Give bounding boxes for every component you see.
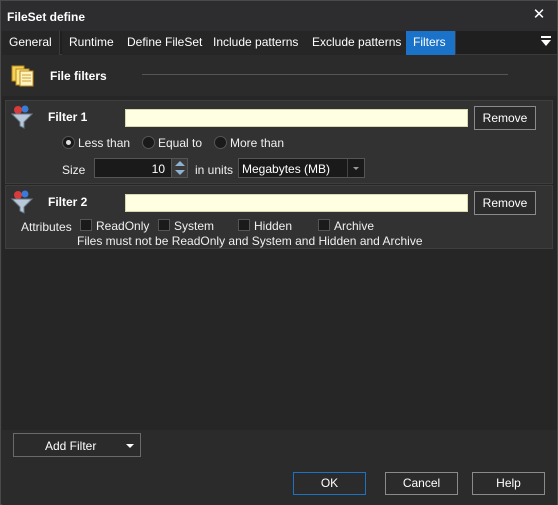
units-label: in units: [195, 163, 234, 177]
filter-1-title: Filter 1: [48, 110, 88, 124]
tab-exclude-patterns[interactable]: Exclude patterns: [305, 31, 410, 55]
ok-button[interactable]: OK: [293, 472, 366, 495]
size-spinner[interactable]: 10: [94, 158, 188, 178]
filter-1-remove-button[interactable]: Remove: [474, 106, 536, 130]
filters-content: File filters Filter 1 Remove Less than E…: [2, 56, 557, 430]
add-filter-button[interactable]: Add Filter: [13, 433, 141, 457]
chevron-down-icon[interactable]: [126, 444, 134, 448]
checkbox-system-box[interactable]: [158, 219, 170, 231]
size-value[interactable]: 10: [152, 162, 165, 176]
tab-runtime[interactable]: Runtime: [62, 31, 122, 55]
filter-panel-2: Filter 2 Remove Attributes ReadOnly Syst…: [5, 185, 553, 249]
tab-define-fileset[interactable]: Define FileSet: [120, 31, 211, 55]
tab-general[interactable]: General: [2, 31, 60, 55]
checkbox-hidden-label[interactable]: Hidden: [254, 219, 292, 233]
tab-overflow-menu-icon[interactable]: [541, 36, 551, 48]
help-button[interactable]: Help: [472, 472, 545, 495]
attributes-description: Files must not be ReadOnly and System an…: [77, 234, 423, 248]
units-select[interactable]: Megabytes (MB): [238, 158, 365, 178]
title-bar: FileSet define ✕: [1, 1, 557, 31]
section-divider: [142, 74, 508, 75]
radio-less-than-label[interactable]: Less than: [78, 136, 130, 150]
section-title: File filters: [50, 69, 107, 83]
filter-panel-1: Filter 1 Remove Less than Equal to More …: [5, 100, 553, 184]
close-icon[interactable]: ✕: [529, 5, 549, 25]
cancel-button[interactable]: Cancel: [385, 472, 458, 495]
units-value[interactable]: Megabytes (MB): [242, 162, 330, 176]
fileset-define-dialog: FileSet define ✕ General Runtime Define …: [0, 0, 558, 505]
funnel-icon: [11, 190, 33, 214]
add-filter-label[interactable]: Add Filter: [45, 439, 96, 453]
checkbox-hidden-box[interactable]: [238, 219, 250, 231]
filter-2-name-input[interactable]: [125, 194, 468, 212]
chevron-down-icon[interactable]: [347, 159, 364, 177]
tab-filters[interactable]: Filters: [406, 31, 456, 55]
window-title: FileSet define: [7, 10, 86, 24]
filter-1-name-input[interactable]: [125, 109, 468, 127]
radio-more-than-label[interactable]: More than: [230, 136, 284, 150]
radio-more-than-circle[interactable]: [214, 136, 227, 149]
checkbox-readonly-box[interactable]: [80, 219, 92, 231]
filter-2-title: Filter 2: [48, 195, 88, 209]
checkbox-archive-box[interactable]: [318, 219, 330, 231]
size-label: Size: [62, 163, 86, 177]
checkbox-readonly-label[interactable]: ReadOnly: [96, 219, 149, 233]
radio-equal-to-label[interactable]: Equal to: [158, 136, 202, 150]
file-filters-header: File filters: [2, 56, 557, 96]
spin-down-icon[interactable]: [175, 170, 185, 175]
radio-equal-to-circle[interactable]: [142, 136, 155, 149]
filter-2-remove-button[interactable]: Remove: [474, 191, 536, 215]
checkbox-archive-label[interactable]: Archive: [334, 219, 374, 233]
dialog-footer: Add Filter OK Cancel Help: [2, 430, 557, 505]
size-spinner-buttons[interactable]: [171, 159, 187, 177]
spin-up-icon[interactable]: [175, 161, 185, 166]
checkbox-system-label[interactable]: System: [174, 219, 214, 233]
radio-less-than-circle[interactable]: [62, 136, 75, 149]
tab-bar: General Runtime Define FileSet Include p…: [2, 31, 557, 55]
funnel-icon: [11, 105, 33, 129]
attributes-label: Attributes: [21, 220, 72, 234]
documents-icon: [11, 65, 34, 87]
tab-include-patterns[interactable]: Include patterns: [206, 31, 307, 55]
